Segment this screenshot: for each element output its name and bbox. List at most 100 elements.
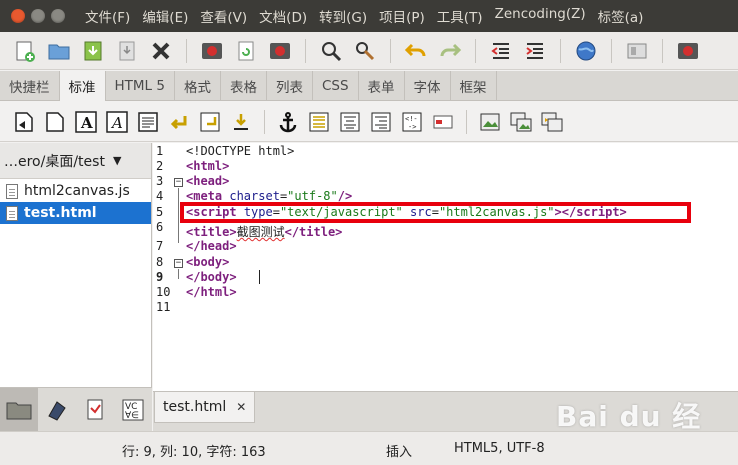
document-encoding: HTML5, UTF-8 — [454, 441, 545, 456]
indent-button[interactable] — [520, 36, 550, 66]
align-right-button[interactable] — [367, 108, 395, 136]
save-icon — [84, 41, 102, 60]
close-file-button[interactable] — [146, 36, 176, 66]
code-line: <body> — [186, 255, 230, 269]
record-button[interactable] — [197, 36, 227, 66]
line-number: 6 — [156, 220, 164, 234]
line-number: 9 — [156, 270, 164, 284]
file-item-test-html[interactable]: test.html — [0, 202, 151, 224]
menu-tags[interactable]: 标签(a) — [592, 6, 650, 26]
html-toolbar: A A <!- -> — [0, 102, 738, 142]
tab-format[interactable]: 格式 — [175, 71, 221, 101]
tab-html5[interactable]: HTML 5 — [106, 71, 175, 101]
tab-table[interactable]: 表格 — [221, 71, 267, 101]
comment-button[interactable]: <!- -> — [398, 108, 426, 136]
menu-view[interactable]: 查看(V) — [194, 6, 253, 26]
stop-button[interactable] — [265, 36, 295, 66]
charmap-tab[interactable]: VC ∀∈ — [114, 388, 152, 432]
anchor-button[interactable] — [274, 108, 302, 136]
filebrowser-tab[interactable] — [0, 387, 38, 432]
paragraph-icon — [138, 111, 158, 132]
fold-toggle[interactable]: − — [174, 178, 183, 187]
paragraph-button[interactable] — [134, 108, 162, 136]
close-tab-icon[interactable]: ✕ — [236, 400, 246, 414]
fold-guide — [178, 269, 179, 279]
new-file-button[interactable] — [10, 36, 40, 66]
menu-tools[interactable]: 工具(T) — [431, 6, 489, 26]
quickstart-button[interactable] — [10, 108, 38, 136]
document-tab-test-html[interactable]: test.html ✕ — [154, 392, 256, 423]
tab-fonts[interactable]: 字体 — [405, 71, 451, 101]
search-icon — [322, 41, 342, 61]
file-item-html2canvas[interactable]: html2canvas.js — [0, 180, 151, 202]
toolbar-separator — [264, 109, 265, 134]
save-button[interactable] — [78, 36, 108, 66]
menu-edit[interactable]: 编辑(E) — [136, 6, 194, 26]
tab-standard[interactable]: 标准 — [59, 71, 106, 101]
snippets-tab[interactable] — [76, 388, 114, 432]
nbsp-button[interactable] — [227, 108, 255, 136]
preview-button[interactable] — [571, 36, 601, 66]
email-button[interactable] — [429, 108, 457, 136]
folder-selector[interactable]: …ero/桌面/test ▼ — [0, 143, 151, 179]
toolbar-separator — [390, 38, 391, 63]
code-line: </head> — [186, 239, 237, 253]
line-number-gutter: 1 2 3 4 5 6 7 8 9 10 11 − − — [153, 143, 183, 391]
toolbar-separator — [186, 38, 187, 63]
new-file-icon — [16, 41, 35, 62]
open-folder-button[interactable] — [44, 36, 74, 66]
menu-zencoding[interactable]: Zencoding(Z) — [489, 6, 592, 26]
quit-button[interactable] — [673, 36, 703, 66]
fold-toggle[interactable]: − — [174, 259, 183, 268]
bookmarks-tab[interactable] — [38, 388, 76, 432]
image-button[interactable] — [476, 108, 504, 136]
maximize-window-button[interactable] — [51, 9, 65, 23]
tab-css[interactable]: CSS — [313, 71, 359, 101]
line-number: 1 — [156, 144, 164, 158]
document-icon — [46, 111, 64, 132]
code-line: </html> — [186, 285, 237, 299]
replace-icon — [356, 41, 375, 60]
bookmarks-icon — [48, 400, 66, 421]
break-clear-button[interactable] — [196, 108, 224, 136]
code-editor[interactable]: 1 2 3 4 5 6 7 8 9 10 11 − − <!DOCTYPE ht… — [153, 143, 738, 391]
unindent-button[interactable] — [486, 36, 516, 66]
line-number: 8 — [156, 255, 164, 269]
italic-button[interactable]: A — [103, 108, 131, 136]
replace-button[interactable] — [350, 36, 380, 66]
image-icon — [480, 113, 500, 130]
reload-button[interactable] — [231, 36, 261, 66]
multi-thumbnail-icon — [541, 112, 563, 131]
break-button[interactable] — [165, 108, 193, 136]
tab-frames[interactable]: 框架 — [451, 71, 497, 101]
tab-list[interactable]: 列表 — [267, 71, 313, 101]
toolbar-separator — [466, 109, 467, 134]
menu-project[interactable]: 项目(P) — [373, 6, 431, 26]
body-button[interactable] — [41, 108, 69, 136]
file-name: html2canvas.js — [24, 183, 130, 199]
thumbnail-button[interactable] — [507, 108, 535, 136]
save-as-button[interactable] — [112, 36, 142, 66]
bold-button[interactable]: A — [72, 108, 100, 136]
menu-file[interactable]: 文件(F) — [79, 6, 136, 26]
rule-button[interactable] — [305, 108, 333, 136]
multi-thumbnail-button[interactable] — [538, 108, 566, 136]
toolbar-category-tabs: 快捷栏 标准 HTML 5 格式 表格 列表 CSS 表单 字体 框架 — [0, 71, 738, 101]
close-window-button[interactable] — [11, 9, 25, 23]
fullscreen-button[interactable] — [622, 36, 652, 66]
code-line: <!DOCTYPE html> — [186, 144, 295, 158]
close-icon — [152, 42, 170, 59]
menu-goto[interactable]: 转到(G) — [313, 6, 373, 26]
tab-quickbar[interactable]: 快捷栏 — [0, 71, 60, 101]
redo-button[interactable] — [435, 36, 465, 66]
undo-icon — [404, 43, 426, 56]
tab-forms[interactable]: 表单 — [359, 71, 405, 101]
thumbnail-icon — [510, 112, 532, 131]
search-button[interactable] — [316, 36, 346, 66]
undo-button[interactable] — [401, 36, 431, 66]
center-button[interactable] — [336, 108, 364, 136]
minimize-window-button[interactable] — [31, 9, 45, 23]
folder-path: …ero/桌面/test — [4, 153, 105, 170]
folder-icon — [48, 44, 70, 59]
menu-document[interactable]: 文档(D) — [253, 6, 313, 26]
